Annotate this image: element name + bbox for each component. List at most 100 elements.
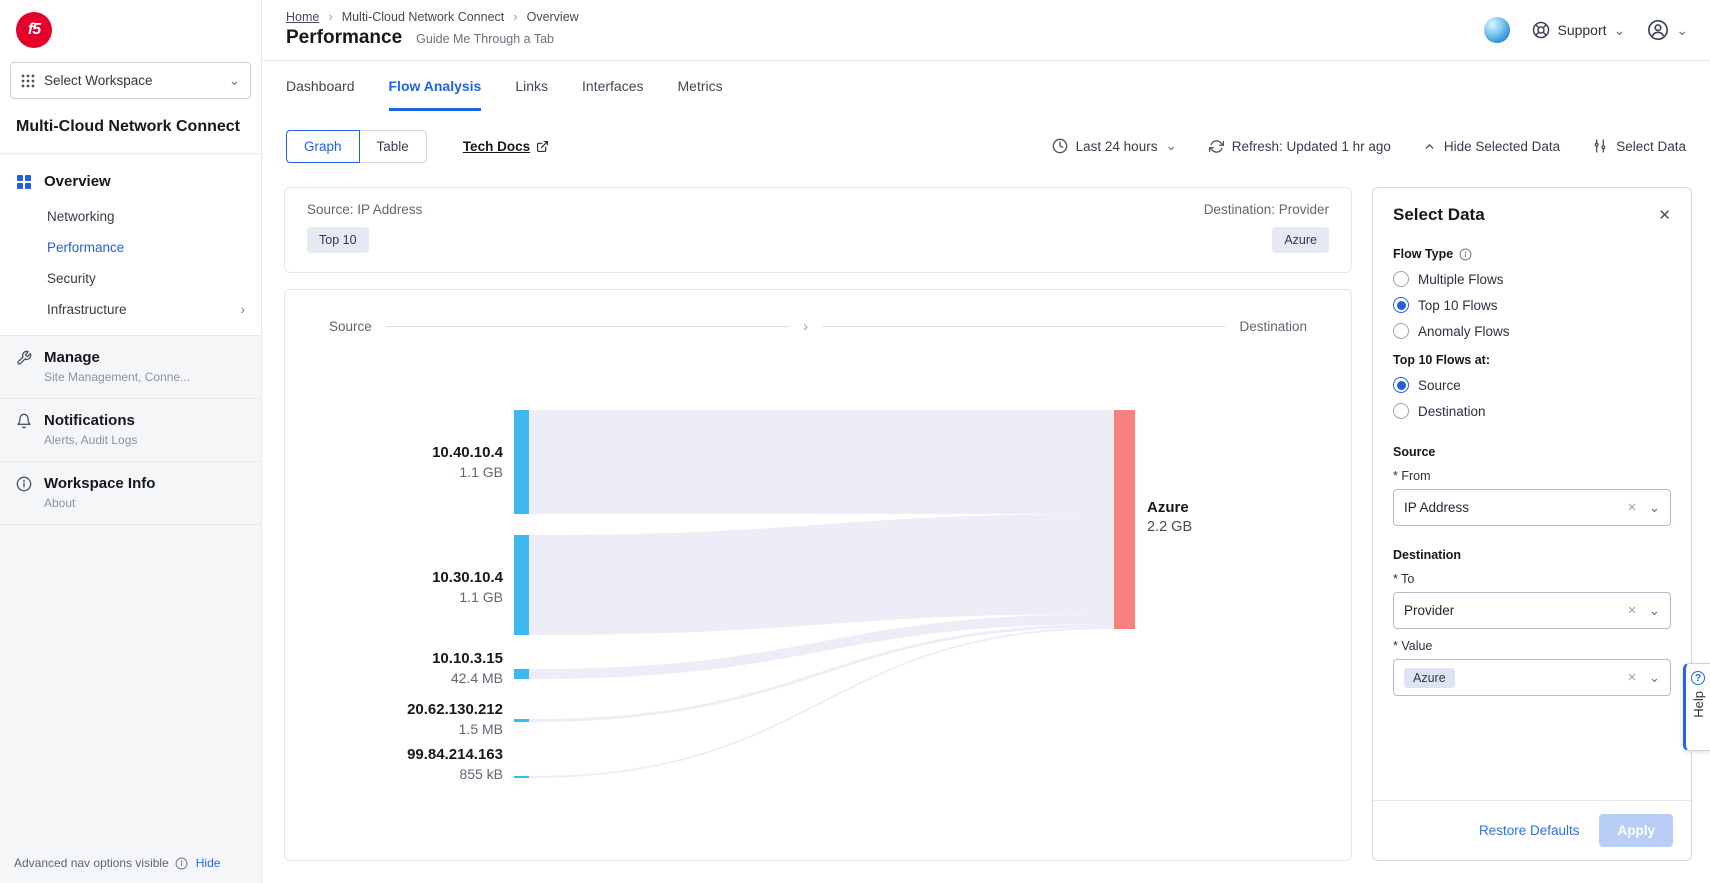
sidebar-item-overview[interactable]: Overview [0,162,261,201]
sidebar-item-networking[interactable]: Networking [0,201,261,232]
sidebar-item-infrastructure[interactable]: Infrastructure › [0,294,261,325]
apply-button[interactable]: Apply [1599,814,1673,847]
sankey-source-node-10.10.3.15[interactable] [514,669,529,679]
value-chip[interactable]: Azure [1404,668,1455,688]
graph-view-button[interactable]: Graph [286,130,360,163]
from-select[interactable]: IP Address ✕ ⌄ [1393,489,1671,526]
sankey-source-node-10.30.10.4[interactable] [514,535,529,635]
workspace-selector[interactable]: Select Workspace ⌄ [10,62,251,99]
bell-icon [16,413,32,429]
sidebar-item-security[interactable]: Security [0,263,261,294]
table-view-button[interactable]: Table [359,130,427,163]
workspace-title: Multi-Cloud Network Connect [0,99,261,154]
radio-top10-at-destination-label: Destination [1418,404,1486,419]
flow-toolbar: Graph Table Tech Docs Last 24 hours ⌄ Re… [262,120,1710,172]
sankey-source-node-10.40.10.4[interactable] [514,410,529,514]
chevron-up-icon [1423,140,1436,153]
radio-multiple-flows[interactable]: Multiple Flows [1393,271,1671,287]
sankey-chart [285,290,1352,861]
refresh-button[interactable]: Refresh: Updated 1 hr ago [1209,139,1391,154]
breadcrumb-separator-icon: › [513,9,517,24]
wrench-icon [16,350,32,366]
select-data-button[interactable]: Select Data [1592,138,1686,154]
support-label: Support [1557,22,1606,38]
tab-bar: Dashboard Flow Analysis Links Interfaces… [262,61,1710,111]
radio-icon [1393,403,1409,419]
radio-top10-at-source[interactable]: Source [1393,377,1671,393]
refresh-icon [1209,139,1224,154]
advanced-nav-text: Advanced nav options visible [14,856,169,870]
restore-defaults-link[interactable]: Restore Defaults [1479,823,1580,838]
hide-selected-data-button[interactable]: Hide Selected Data [1423,139,1560,154]
close-icon[interactable]: ✕ [1658,206,1671,224]
sidebar: f5 Select Workspace ⌄ Multi-Cloud Networ… [0,0,262,883]
tab-metrics-label: Metrics [678,78,723,94]
chevron-down-icon: ⌄ [1649,670,1660,686]
radio-top10-at-source-label: Source [1418,378,1461,393]
panel-title: Select Data [1393,205,1485,225]
workspace-selector-label: Select Workspace [44,73,153,88]
chevron-right-icon: › [241,302,246,317]
sidebar-item-workspace-info[interactable]: Workspace Info About [0,462,261,525]
radio-icon [1393,271,1409,287]
to-field-label: * To [1393,572,1671,586]
question-mark-icon: ? [1691,671,1705,685]
assistant-orb-icon[interactable] [1484,17,1510,43]
sankey-flow-10.40.10.4[interactable] [529,410,1114,514]
f5-logo-icon[interactable]: f5 [16,12,52,48]
to-select[interactable]: Provider ✕ ⌄ [1393,592,1671,629]
sidebar-item-performance[interactable]: Performance [0,232,261,263]
help-tab-label: Help [1691,691,1706,718]
chevron-down-icon: ⌄ [1649,500,1660,516]
tab-dashboard[interactable]: Dashboard [286,61,355,111]
value-field-label: * Value [1393,639,1671,653]
sidebar-item-performance-label: Performance [47,240,124,255]
guide-me-link[interactable]: Guide Me Through a Tab [416,32,554,46]
sankey-destination-node-Azure[interactable] [1114,410,1135,629]
chevron-down-icon: ⌄ [1676,22,1688,39]
tech-docs-link[interactable]: Tech Docs [463,139,549,154]
clear-icon[interactable]: ✕ [1623,604,1640,617]
radio-top10-at-destination[interactable]: Destination [1393,403,1671,419]
tab-flow-analysis-label: Flow Analysis [389,78,482,94]
select-data-panel: Select Data ✕ Flow Type Multiple Flows T… [1372,187,1692,861]
destination-filter-chip[interactable]: Azure [1272,227,1329,253]
sidebar-item-overview-label: Overview [44,173,111,190]
chevron-down-icon: ⌄ [1165,138,1176,154]
select-data-label: Select Data [1616,139,1686,154]
to-select-value: Provider [1404,603,1454,618]
radio-anomaly-flows[interactable]: Anomaly Flows [1393,323,1671,339]
time-range-selector[interactable]: Last 24 hours ⌄ [1052,138,1177,154]
tab-links[interactable]: Links [515,61,548,111]
breadcrumb-home[interactable]: Home [286,10,319,24]
sidebar-item-security-label: Security [47,271,96,286]
breadcrumb-mcn: Multi-Cloud Network Connect [342,10,505,24]
hide-nav-link[interactable]: Hide [196,856,221,870]
hide-selected-data-label: Hide Selected Data [1444,139,1560,154]
breadcrumb-overview: Overview [527,10,579,24]
info-icon [175,857,188,870]
sankey-source-node-99.84.214.163[interactable] [514,776,529,778]
destination-section-label: Destination [1393,548,1671,562]
account-menu[interactable]: ⌄ [1647,19,1688,41]
filter-destination-label: Destination: Provider [1204,202,1329,217]
source-filter-chip[interactable]: Top 10 [307,227,369,253]
lifebuoy-icon [1532,21,1550,39]
help-tab[interactable]: ? Help [1683,663,1710,751]
breadcrumb: Home › Multi-Cloud Network Connect › Ove… [286,9,579,24]
radio-top-10-flows[interactable]: Top 10 Flows [1393,297,1671,313]
support-menu[interactable]: Support ⌄ [1532,21,1625,39]
sidebar-item-manage-label: Manage [44,349,100,366]
tab-metrics[interactable]: Metrics [678,61,723,111]
tab-interfaces[interactable]: Interfaces [582,61,643,111]
sankey-source-node-20.62.130.212[interactable] [514,719,529,722]
sidebar-item-manage[interactable]: Manage Site Management, Conne... [0,336,261,399]
sidebar-item-notifications[interactable]: Notifications Alerts, Audit Logs [0,399,261,462]
tab-interfaces-label: Interfaces [582,78,643,94]
tab-flow-analysis[interactable]: Flow Analysis [389,61,482,111]
radio-selected-icon [1393,297,1409,313]
radio-multiple-flows-label: Multiple Flows [1418,272,1504,287]
clear-icon[interactable]: ✕ [1623,671,1640,684]
clear-icon[interactable]: ✕ [1623,501,1640,514]
value-select[interactable]: Azure ✕ ⌄ [1393,659,1671,696]
